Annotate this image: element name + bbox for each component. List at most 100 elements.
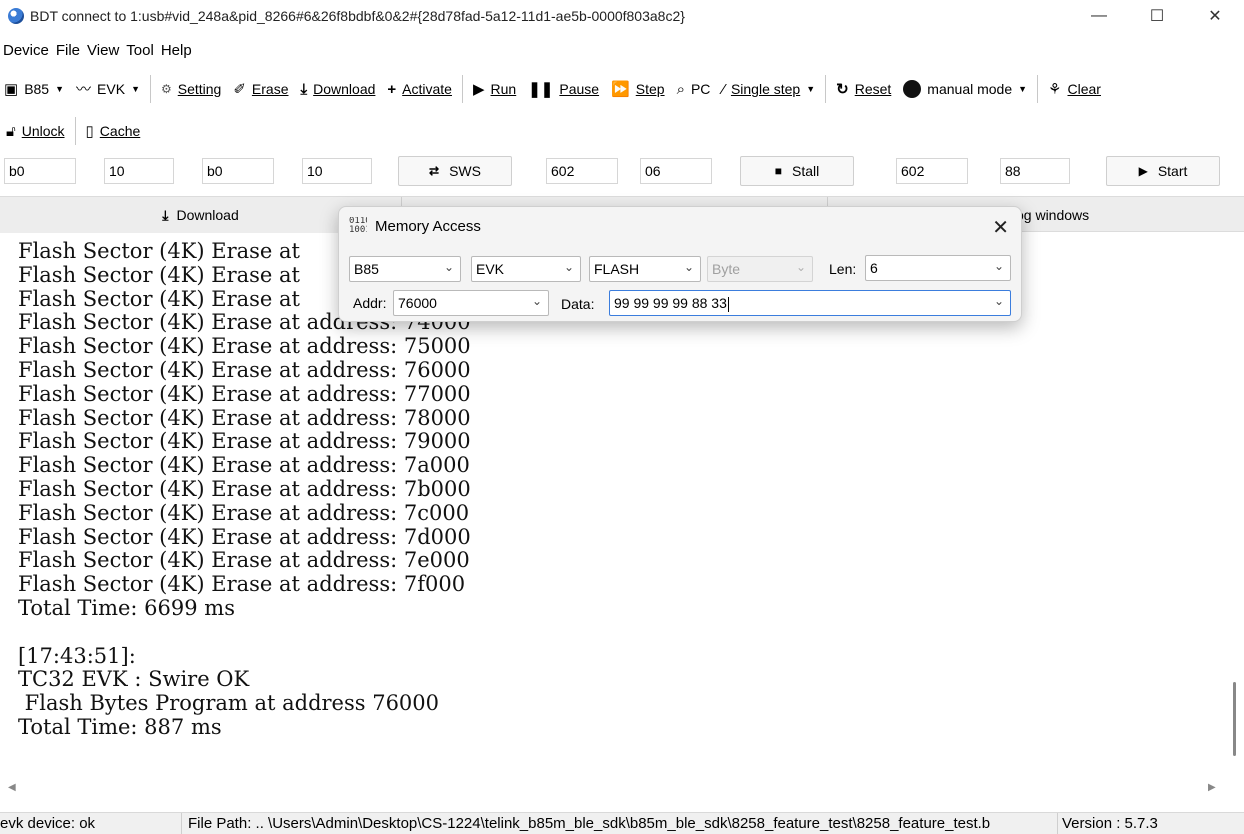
minimize-button[interactable]: — xyxy=(1070,0,1128,32)
maximize-button[interactable]: ☐ xyxy=(1128,0,1186,32)
log-line: Flash Bytes Program at address 76000 xyxy=(18,691,440,716)
single-step-button[interactable]: ⁄ Single step ▼ xyxy=(716,74,821,104)
run-label: Run xyxy=(490,81,517,97)
stall-button[interactable]: ■ Stall xyxy=(740,156,854,186)
sws-button[interactable]: ⇄ SWS xyxy=(398,156,512,186)
log-line: Flash Sector (4K) Erase at address: 7500… xyxy=(18,334,471,359)
reg-field-6[interactable]: 06 xyxy=(640,158,712,184)
board-select[interactable]: 〰 EVK ▼ xyxy=(70,74,146,104)
dialog-unit-select: Byte ⌄ xyxy=(707,256,813,282)
toolbar-divider xyxy=(1037,75,1039,103)
unlock-button[interactable]: 🔓︎ Unlock xyxy=(0,116,71,146)
mode-select[interactable]: manual mode ▼ xyxy=(897,74,1033,104)
addr-select[interactable]: 76000 ⌄ xyxy=(393,290,549,316)
gear-icon: ⚙ xyxy=(160,82,172,96)
app-globe-icon xyxy=(8,8,24,24)
reg-field-1[interactable]: b0 xyxy=(4,158,76,184)
reg-field-2[interactable]: 10 xyxy=(104,158,174,184)
chevron-down-icon: ⌄ xyxy=(443,260,454,274)
len-select[interactable]: 6 ⌄ xyxy=(865,255,1011,281)
clear-button[interactable]: ⚘ Clear xyxy=(1042,74,1107,104)
chip-icon: ▣ xyxy=(4,80,19,98)
dialog-memory-select[interactable]: FLASH ⌄ xyxy=(589,256,701,282)
download-button[interactable]: ⤓ Download xyxy=(295,74,382,104)
menu-file[interactable]: File xyxy=(53,42,84,59)
pause-button[interactable]: ❚❚ Pause xyxy=(522,74,605,104)
toolbar-divider xyxy=(74,117,76,145)
log-line: Total Time: 887 ms xyxy=(18,714,222,739)
reg-field-7[interactable]: 602 xyxy=(896,158,968,184)
dialog-chip-select[interactable]: B85 ⌄ xyxy=(349,256,461,282)
pause-icon: ❚❚ xyxy=(528,80,554,98)
dialog-close-button[interactable]: ✕ xyxy=(992,215,1009,240)
log-line: Flash Sector (4K) Erase at address: 7800… xyxy=(18,405,471,430)
unlock-label: Unlock xyxy=(21,123,65,139)
secondary-toolbar: 🔓︎ Unlock ▯ Cache xyxy=(0,114,146,148)
main-toolbar: ▣ B85 ▼ 〰 EVK ▼ ⚙ Setting ✐ Erase ⤓ Down… xyxy=(0,72,1244,106)
pc-button[interactable]: ⌕ PC xyxy=(671,74,717,104)
reg-field-8[interactable]: 88 xyxy=(1000,158,1070,184)
start-button[interactable]: ▶ Start xyxy=(1106,156,1220,186)
window-title: BDT connect to 1:usb#vid_248a&pid_8266#6… xyxy=(30,8,685,24)
window-controls: — ☐ ✕ xyxy=(1070,0,1244,32)
download-label: Download xyxy=(313,81,376,97)
log-line: Flash Sector (4K) Erase at address: 7a00… xyxy=(18,453,470,478)
log-gap xyxy=(6,621,1224,645)
data-value: 99 99 99 99 88 33 xyxy=(614,295,727,311)
single-step-label: Single step xyxy=(730,81,801,97)
reg-field-4[interactable]: 10 xyxy=(302,158,372,184)
run-button[interactable]: ▶ Run xyxy=(467,74,522,104)
len-value: 6 xyxy=(870,260,878,276)
log-line: Flash Sector (4K) Erase at address: 7d00… xyxy=(18,524,471,549)
eraser-icon: ✐ xyxy=(233,80,246,98)
pause-label: Pause xyxy=(559,81,600,97)
title-bar: BDT connect to 1:usb#vid_248a&pid_8266#6… xyxy=(0,0,1244,32)
menu-device[interactable]: Device xyxy=(0,42,53,59)
dialog-memory-value: FLASH xyxy=(594,261,640,277)
search-icon: ⌕ xyxy=(676,80,685,98)
memory-grid-icon: 01101001 xyxy=(349,217,367,235)
log-line: Flash Sector (4K) Erase at address: 7b00… xyxy=(18,476,471,501)
log-line: TC32 EVK : Swire OK xyxy=(18,667,250,692)
menu-help[interactable]: Help xyxy=(158,42,196,59)
erase-label: Erase xyxy=(251,81,289,97)
menu-tool[interactable]: Tool xyxy=(123,42,158,59)
device-status: evk device: ok xyxy=(0,813,182,834)
setting-button[interactable]: ⚙ Setting xyxy=(155,74,227,104)
pc-label: PC xyxy=(690,81,711,97)
dialog-board-select[interactable]: EVK ⌄ xyxy=(471,256,581,282)
menu-view[interactable]: View xyxy=(84,42,123,59)
chevron-down-icon: ⌄ xyxy=(683,260,694,274)
scroll-left-icon[interactable]: ◀ xyxy=(8,782,16,793)
log-line: [17:43:51]: xyxy=(18,643,136,668)
chip-select[interactable]: ▣ B85 ▼ xyxy=(0,74,70,104)
dialog-title-bar: 01101001 Memory Access xyxy=(349,217,481,235)
len-label: Len: xyxy=(829,261,857,277)
cache-button[interactable]: ▯ Cache xyxy=(80,116,147,146)
erase-button[interactable]: ✐ Erase xyxy=(227,74,294,104)
reg-field-3[interactable]: b0 xyxy=(202,158,274,184)
data-input[interactable]: 99 99 99 99 88 33 ⌄ xyxy=(609,290,1011,316)
chevron-down-icon: ▼ xyxy=(131,84,140,94)
dialog-title: Memory Access xyxy=(375,217,481,235)
vertical-scrollbar[interactable] xyxy=(1226,240,1244,780)
chevron-down-icon: ⌄ xyxy=(563,260,574,274)
step-button[interactable]: ⏩ Step xyxy=(605,74,671,104)
chip-label: B85 xyxy=(24,81,50,97)
horizontal-scrollbar[interactable]: ◀ ▶ xyxy=(0,782,1226,798)
toolbar-divider xyxy=(149,75,151,103)
chevron-down-icon: ▼ xyxy=(1018,84,1028,94)
reg-field-5[interactable]: 602 xyxy=(546,158,618,184)
board-label: EVK xyxy=(97,81,126,97)
play-icon: ▶ xyxy=(1138,164,1148,178)
step-icon: ⏩ xyxy=(611,80,630,98)
close-button[interactable]: ✕ xyxy=(1186,0,1244,32)
single-step-icon: ⁄ xyxy=(722,80,725,98)
scroll-right-icon[interactable]: ▶ xyxy=(1208,782,1216,793)
chevron-down-icon: ⌄ xyxy=(993,259,1004,273)
reset-button[interactable]: ↻ Reset xyxy=(830,74,897,104)
chevron-down-icon: ▼ xyxy=(55,84,65,94)
activate-button[interactable]: + Activate xyxy=(381,74,458,104)
scroll-thumb[interactable] xyxy=(1233,682,1236,756)
tab-log-windows[interactable]: og windows xyxy=(1016,197,1106,233)
